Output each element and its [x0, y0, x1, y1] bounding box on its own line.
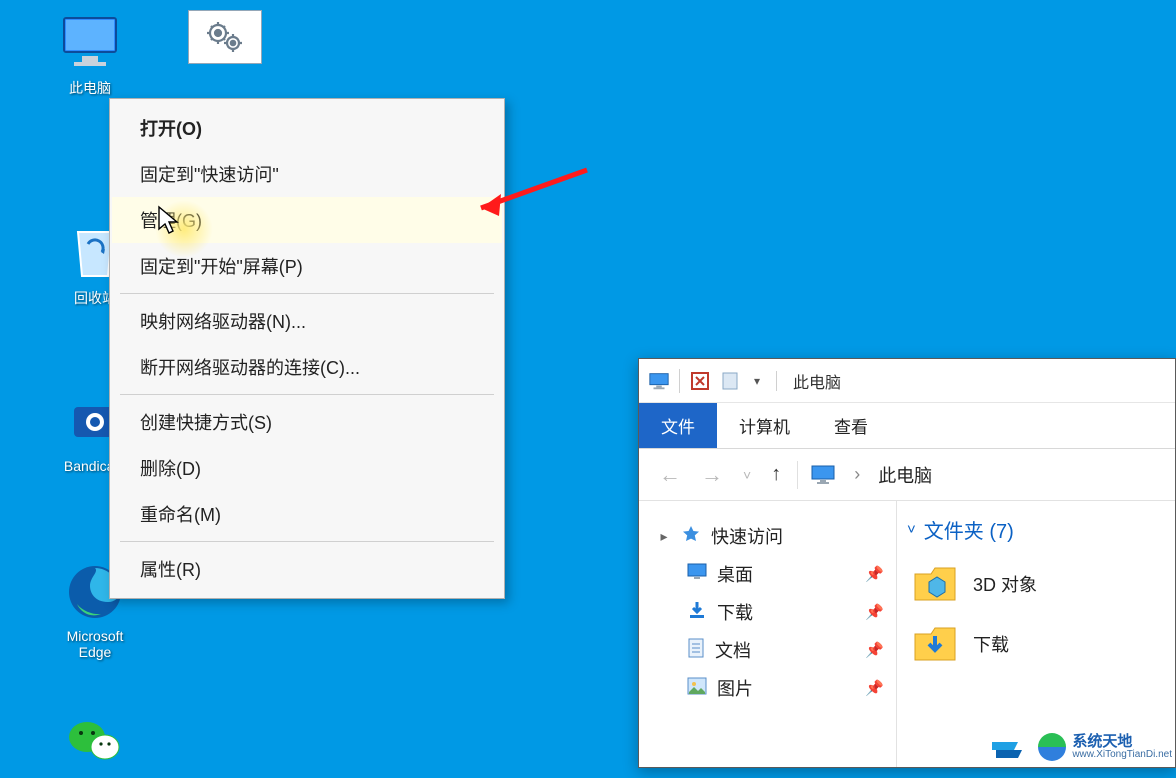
pc-icon — [810, 463, 836, 487]
context-menu: 打开(O) 固定到"快速访问" 管理(G) 固定到"开始"屏幕(P) 映射网络驱… — [109, 98, 505, 599]
watermark-logo-icon — [992, 732, 1032, 762]
desktop-icon-this-pc[interactable]: 此电脑 — [45, 10, 135, 98]
document-icon — [687, 638, 705, 663]
up-button[interactable]: ↑ — [767, 459, 785, 490]
separator — [797, 461, 798, 489]
tree-downloads[interactable]: 下载 📌 — [653, 593, 896, 631]
menu-disconnect-drive[interactable]: 断开网络驱动器的连接(C)... — [112, 344, 502, 390]
tree-label: 桌面 — [717, 561, 753, 587]
pin-icon: 📌 — [865, 565, 892, 583]
separator — [776, 371, 777, 391]
item-label: 3D 对象 — [973, 571, 1037, 597]
tree-quick-access[interactable]: ▸ 快速访问 — [653, 517, 896, 555]
menu-separator — [120, 541, 494, 542]
breadcrumb-this-pc[interactable]: 此电脑 — [878, 462, 932, 488]
watermark-url: www.XiTongTianDi.net — [1072, 750, 1172, 761]
tab-view[interactable]: 查看 — [812, 403, 890, 448]
tree-desktop[interactable]: 桌面 📌 — [653, 555, 896, 593]
desktop-icon — [687, 563, 707, 586]
properties-quick-icon[interactable] — [688, 369, 712, 393]
item-downloads[interactable]: 下载 — [907, 614, 1175, 674]
menu-create-shortcut[interactable]: 创建快捷方式(S) — [112, 399, 502, 445]
desktop-icon-wechat[interactable] — [50, 710, 140, 778]
folder-download-icon — [911, 622, 959, 666]
watermark: 系统天地 www.XiTongTianDi.net — [992, 732, 1172, 762]
group-label: 文件夹 (7) — [924, 515, 1014, 544]
tree-label: 快速访问 — [711, 523, 783, 549]
tree-documents[interactable]: 文档 📌 — [653, 631, 896, 669]
menu-separator — [120, 293, 494, 294]
navigation-pane: ▸ 快速访问 桌面 📌 下载 📌 文档 — [639, 501, 897, 767]
menu-map-drive[interactable]: 映射网络驱动器(N)... — [112, 298, 502, 344]
pin-icon: 📌 — [865, 641, 892, 659]
separator — [679, 369, 680, 393]
chevron-right-icon[interactable]: › — [848, 464, 866, 485]
menu-properties[interactable]: 属性(R) — [112, 546, 502, 592]
gear-icon — [188, 10, 262, 64]
wechat-icon — [63, 710, 127, 774]
content-pane: ˅ 文件夹 (7) 3D 对象 下载 — [897, 501, 1175, 767]
chevron-right-icon: ▸ — [657, 528, 671, 545]
monitor-icon — [58, 10, 122, 74]
address-bar: ← → ˅ ↑ › 此电脑 — [639, 449, 1175, 501]
tree-pictures[interactable]: 图片 📌 — [653, 669, 896, 707]
globe-icon — [1038, 733, 1066, 761]
desktop-icon-settings-shortcut[interactable] — [180, 10, 270, 68]
back-button[interactable]: ← — [655, 458, 685, 492]
tree-label: 图片 — [717, 675, 753, 701]
watermark-brand: 系统天地 — [1072, 734, 1172, 750]
explorer-window: ▾ 此电脑 文件 计算机 查看 ← → ˅ ↑ › 此电脑 ▸ 快速访问 — [638, 358, 1176, 768]
recent-dropdown-icon[interactable]: ˅ — [739, 463, 755, 487]
menu-delete[interactable]: 删除(D) — [112, 445, 502, 491]
titlebar[interactable]: ▾ 此电脑 — [639, 359, 1175, 403]
menu-open[interactable]: 打开(O) — [112, 105, 502, 151]
menu-pin-quick-access[interactable]: 固定到"快速访问" — [112, 151, 502, 197]
tab-file[interactable]: 文件 — [639, 403, 717, 448]
pin-icon: 📌 — [865, 679, 892, 697]
tree-label: 文档 — [715, 637, 751, 663]
item-3d-objects[interactable]: 3D 对象 — [907, 554, 1175, 614]
chevron-down-icon: ˅ — [907, 521, 916, 538]
group-folders[interactable]: ˅ 文件夹 (7) — [907, 515, 1175, 554]
menu-rename[interactable]: 重命名(M) — [112, 491, 502, 537]
item-label: 下载 — [973, 631, 1009, 657]
forward-button[interactable]: → — [697, 458, 727, 492]
qat-dropdown-icon[interactable]: ▾ — [748, 374, 766, 388]
menu-manage[interactable]: 管理(G) — [112, 197, 502, 243]
desktop-icon-label: Microsoft Edge — [50, 628, 140, 660]
star-icon — [681, 524, 701, 549]
menu-separator — [120, 394, 494, 395]
pin-icon: 📌 — [865, 603, 892, 621]
download-icon — [687, 600, 707, 625]
tree-label: 下载 — [717, 599, 753, 625]
pictures-icon — [687, 677, 707, 700]
new-quick-icon[interactable] — [718, 369, 742, 393]
folder-3d-icon — [911, 562, 959, 606]
tab-computer[interactable]: 计算机 — [717, 403, 812, 448]
ribbon-tabs: 文件 计算机 查看 — [639, 403, 1175, 449]
pc-icon — [647, 369, 671, 393]
menu-pin-start[interactable]: 固定到"开始"屏幕(P) — [112, 243, 502, 289]
window-title: 此电脑 — [793, 369, 841, 393]
desktop-icon-label: 此电脑 — [45, 78, 135, 98]
